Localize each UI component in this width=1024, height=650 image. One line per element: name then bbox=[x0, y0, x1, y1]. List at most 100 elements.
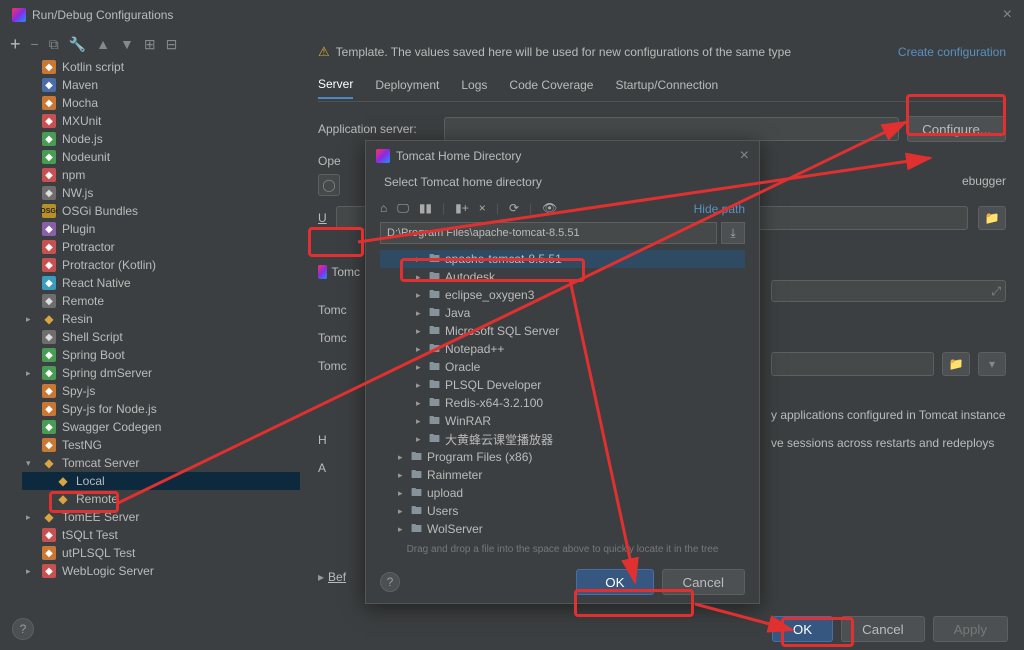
tree-item-spring-dmserver[interactable]: ▸◆Spring dmServer bbox=[22, 364, 300, 382]
tab-coverage[interactable]: Code Coverage bbox=[509, 78, 593, 98]
config-icon: ◆ bbox=[42, 366, 56, 380]
dialog-cancel-button[interactable]: Cancel bbox=[662, 569, 746, 595]
down-icon[interactable]: ▼ bbox=[120, 36, 134, 52]
tree-item-resin[interactable]: ▸◆Resin bbox=[22, 310, 300, 328]
config-icon: ◆ bbox=[42, 168, 56, 182]
tree-item-tsqlt-test[interactable]: ◆tSQLt Test bbox=[22, 526, 300, 544]
plus-icon[interactable]: + bbox=[10, 34, 21, 55]
configure-button[interactable]: Configure... bbox=[907, 116, 1006, 142]
path-field[interactable] bbox=[771, 352, 934, 376]
debugger-label: ebugger bbox=[962, 174, 1006, 196]
file-tree[interactable]: ▸🖿apache-tomcat-8.5.51▸🖿Autodesk▸🖿eclips… bbox=[366, 250, 759, 538]
folder-row[interactable]: ▸🖿Java bbox=[380, 304, 745, 322]
browse-icon[interactable]: 📁 bbox=[942, 352, 970, 376]
folder-row[interactable]: ▸🖿Autodesk bbox=[380, 268, 745, 286]
tree-item-plugin[interactable]: ◆Plugin bbox=[22, 220, 300, 238]
expand-icon[interactable]: ⊞ bbox=[144, 36, 156, 53]
tree-item-swagger-codegen[interactable]: ◆Swagger Codegen bbox=[22, 418, 300, 436]
path-input[interactable] bbox=[380, 222, 717, 244]
tab-startup[interactable]: Startup/Connection bbox=[615, 78, 718, 98]
tree-item-node-js[interactable]: ◆Node.js bbox=[22, 130, 300, 148]
download-icon[interactable]: ⤓ bbox=[721, 222, 745, 244]
new-folder-icon[interactable]: ▮+ bbox=[455, 201, 469, 216]
folder-row[interactable]: ▸🖿PLSQL Developer bbox=[380, 376, 745, 394]
folder-row[interactable]: ▸🖿Users bbox=[380, 502, 745, 520]
tree-item-osgi-bundles[interactable]: OSGiOSGi Bundles bbox=[22, 202, 300, 220]
tab-deployment[interactable]: Deployment bbox=[375, 78, 439, 98]
tree-item-remote[interactable]: ◆Remote bbox=[22, 490, 300, 508]
folder-row[interactable]: ▸🖿apache-tomcat-8.5.51 bbox=[380, 250, 745, 268]
chevron-right-icon: ▸ bbox=[416, 380, 424, 391]
tree-item-label: Tomcat Server bbox=[62, 456, 139, 470]
tree-item-npm[interactable]: ◆npm bbox=[22, 166, 300, 184]
desktop-icon[interactable]: 🖵 bbox=[397, 201, 409, 216]
folder-row[interactable]: ▸🖿Rainmeter bbox=[380, 466, 745, 484]
collapse-icon[interactable]: ⊟ bbox=[166, 36, 178, 53]
tree-item-protractor-kotlin-[interactable]: ◆Protractor (Kotlin) bbox=[22, 256, 300, 274]
tree-item-spy-js[interactable]: ◆Spy-js bbox=[22, 382, 300, 400]
project-icon[interactable]: ▮▮ bbox=[419, 201, 432, 216]
tree-item-shell-script[interactable]: ◆Shell Script bbox=[22, 328, 300, 346]
delete-icon[interactable]: × bbox=[479, 201, 486, 216]
tree-item-react-native[interactable]: ◆React Native bbox=[22, 274, 300, 292]
tree-item-protractor[interactable]: ◆Protractor bbox=[22, 238, 300, 256]
folder-name: apache-tomcat-8.5.51 bbox=[445, 252, 562, 266]
close-icon[interactable]: × bbox=[1003, 6, 1012, 24]
apply-button[interactable]: Apply bbox=[933, 616, 1008, 642]
tree-item-tomcat-server[interactable]: ▾◆Tomcat Server bbox=[22, 454, 300, 472]
dialog-ok-button[interactable]: OK bbox=[576, 569, 653, 595]
refresh-icon[interactable]: ⟳ bbox=[509, 201, 519, 216]
chevron-right-icon[interactable]: ▸ bbox=[318, 570, 324, 584]
tab-logs[interactable]: Logs bbox=[461, 78, 487, 98]
hide-path-link[interactable]: Hide path bbox=[694, 202, 745, 216]
tree-item-remote[interactable]: ◆Remote bbox=[22, 292, 300, 310]
folder-row[interactable]: ▸🖿eclipse_oxygen3 bbox=[380, 286, 745, 304]
tab-server[interactable]: Server bbox=[318, 77, 353, 99]
browser-icon[interactable]: ◯ bbox=[318, 174, 340, 196]
minus-icon[interactable]: − bbox=[31, 36, 39, 52]
tree-item-maven[interactable]: ◆Maven bbox=[22, 76, 300, 94]
up-icon[interactable]: ▲ bbox=[96, 36, 110, 52]
before-launch-label[interactable]: Bef bbox=[328, 570, 346, 584]
tree-item-spy-js-for-node-js[interactable]: ◆Spy-js for Node.js bbox=[22, 400, 300, 418]
create-config-link[interactable]: Create configuration bbox=[898, 45, 1006, 59]
tree-item-mxunit[interactable]: ◆MXUnit bbox=[22, 112, 300, 130]
folder-icon: 🖿 bbox=[429, 268, 440, 287]
tree-item-utplsql-test[interactable]: ◆utPLSQL Test bbox=[22, 544, 300, 562]
close-icon[interactable]: × bbox=[740, 147, 749, 165]
folder-name: Program Files (x86) bbox=[427, 450, 532, 464]
folder-row[interactable]: ▸🖿WolServer bbox=[380, 520, 745, 538]
wrench-icon[interactable]: 🔧 bbox=[69, 36, 86, 53]
help-button[interactable]: ? bbox=[380, 572, 400, 592]
config-icon: ◆ bbox=[42, 258, 56, 272]
config-tree[interactable]: ◆Kotlin script◆Maven◆Mocha◆MXUnit◆Node.j… bbox=[0, 58, 300, 620]
cancel-button[interactable]: Cancel bbox=[841, 616, 925, 642]
chevron-down-icon[interactable]: ▾ bbox=[978, 352, 1006, 376]
ok-button[interactable]: OK bbox=[772, 616, 833, 642]
config-icon: ◆ bbox=[42, 186, 56, 200]
tree-item-weblogic-server[interactable]: ▸◆WebLogic Server bbox=[22, 562, 300, 580]
folder-row[interactable]: ▸🖿Redis-x64-3.2.100 bbox=[380, 394, 745, 412]
tree-item-nw-js[interactable]: ◆NW.js bbox=[22, 184, 300, 202]
folder-row[interactable]: ▸🖿Oracle bbox=[380, 358, 745, 376]
tree-item-local[interactable]: ◆Local bbox=[22, 472, 300, 490]
tree-item-kotlin-script[interactable]: ◆Kotlin script bbox=[22, 58, 300, 76]
folder-row[interactable]: ▸🖿WinRAR bbox=[380, 412, 745, 430]
folder-row[interactable]: ▸🖿Program Files (x86) bbox=[380, 448, 745, 466]
folder-row[interactable]: ▸🖿Notepad++ bbox=[380, 340, 745, 358]
tree-item-tomee-server[interactable]: ▸◆TomEE Server bbox=[22, 508, 300, 526]
browse-icon[interactable]: 📁 bbox=[978, 206, 1006, 230]
app-server-dropdown[interactable]: ▾ bbox=[444, 117, 899, 141]
expand-field[interactable]: ⤢ bbox=[771, 280, 1006, 302]
home-icon[interactable]: ⌂ bbox=[380, 201, 387, 216]
tree-item-mocha[interactable]: ◆Mocha bbox=[22, 94, 300, 112]
help-button[interactable]: ? bbox=[12, 618, 34, 640]
tree-item-testng[interactable]: ◆TestNG bbox=[22, 436, 300, 454]
tree-item-nodeunit[interactable]: ◆Nodeunit bbox=[22, 148, 300, 166]
show-hidden-icon[interactable]: 👁 bbox=[542, 201, 557, 216]
tree-item-spring-boot[interactable]: ◆Spring Boot bbox=[22, 346, 300, 364]
folder-row[interactable]: ▸🖿upload bbox=[380, 484, 745, 502]
copy-icon[interactable]: ⧉ bbox=[49, 36, 59, 53]
folder-row[interactable]: ▸🖿大黄蜂云课堂播放器 bbox=[380, 430, 745, 448]
folder-row[interactable]: ▸🖿Microsoft SQL Server bbox=[380, 322, 745, 340]
